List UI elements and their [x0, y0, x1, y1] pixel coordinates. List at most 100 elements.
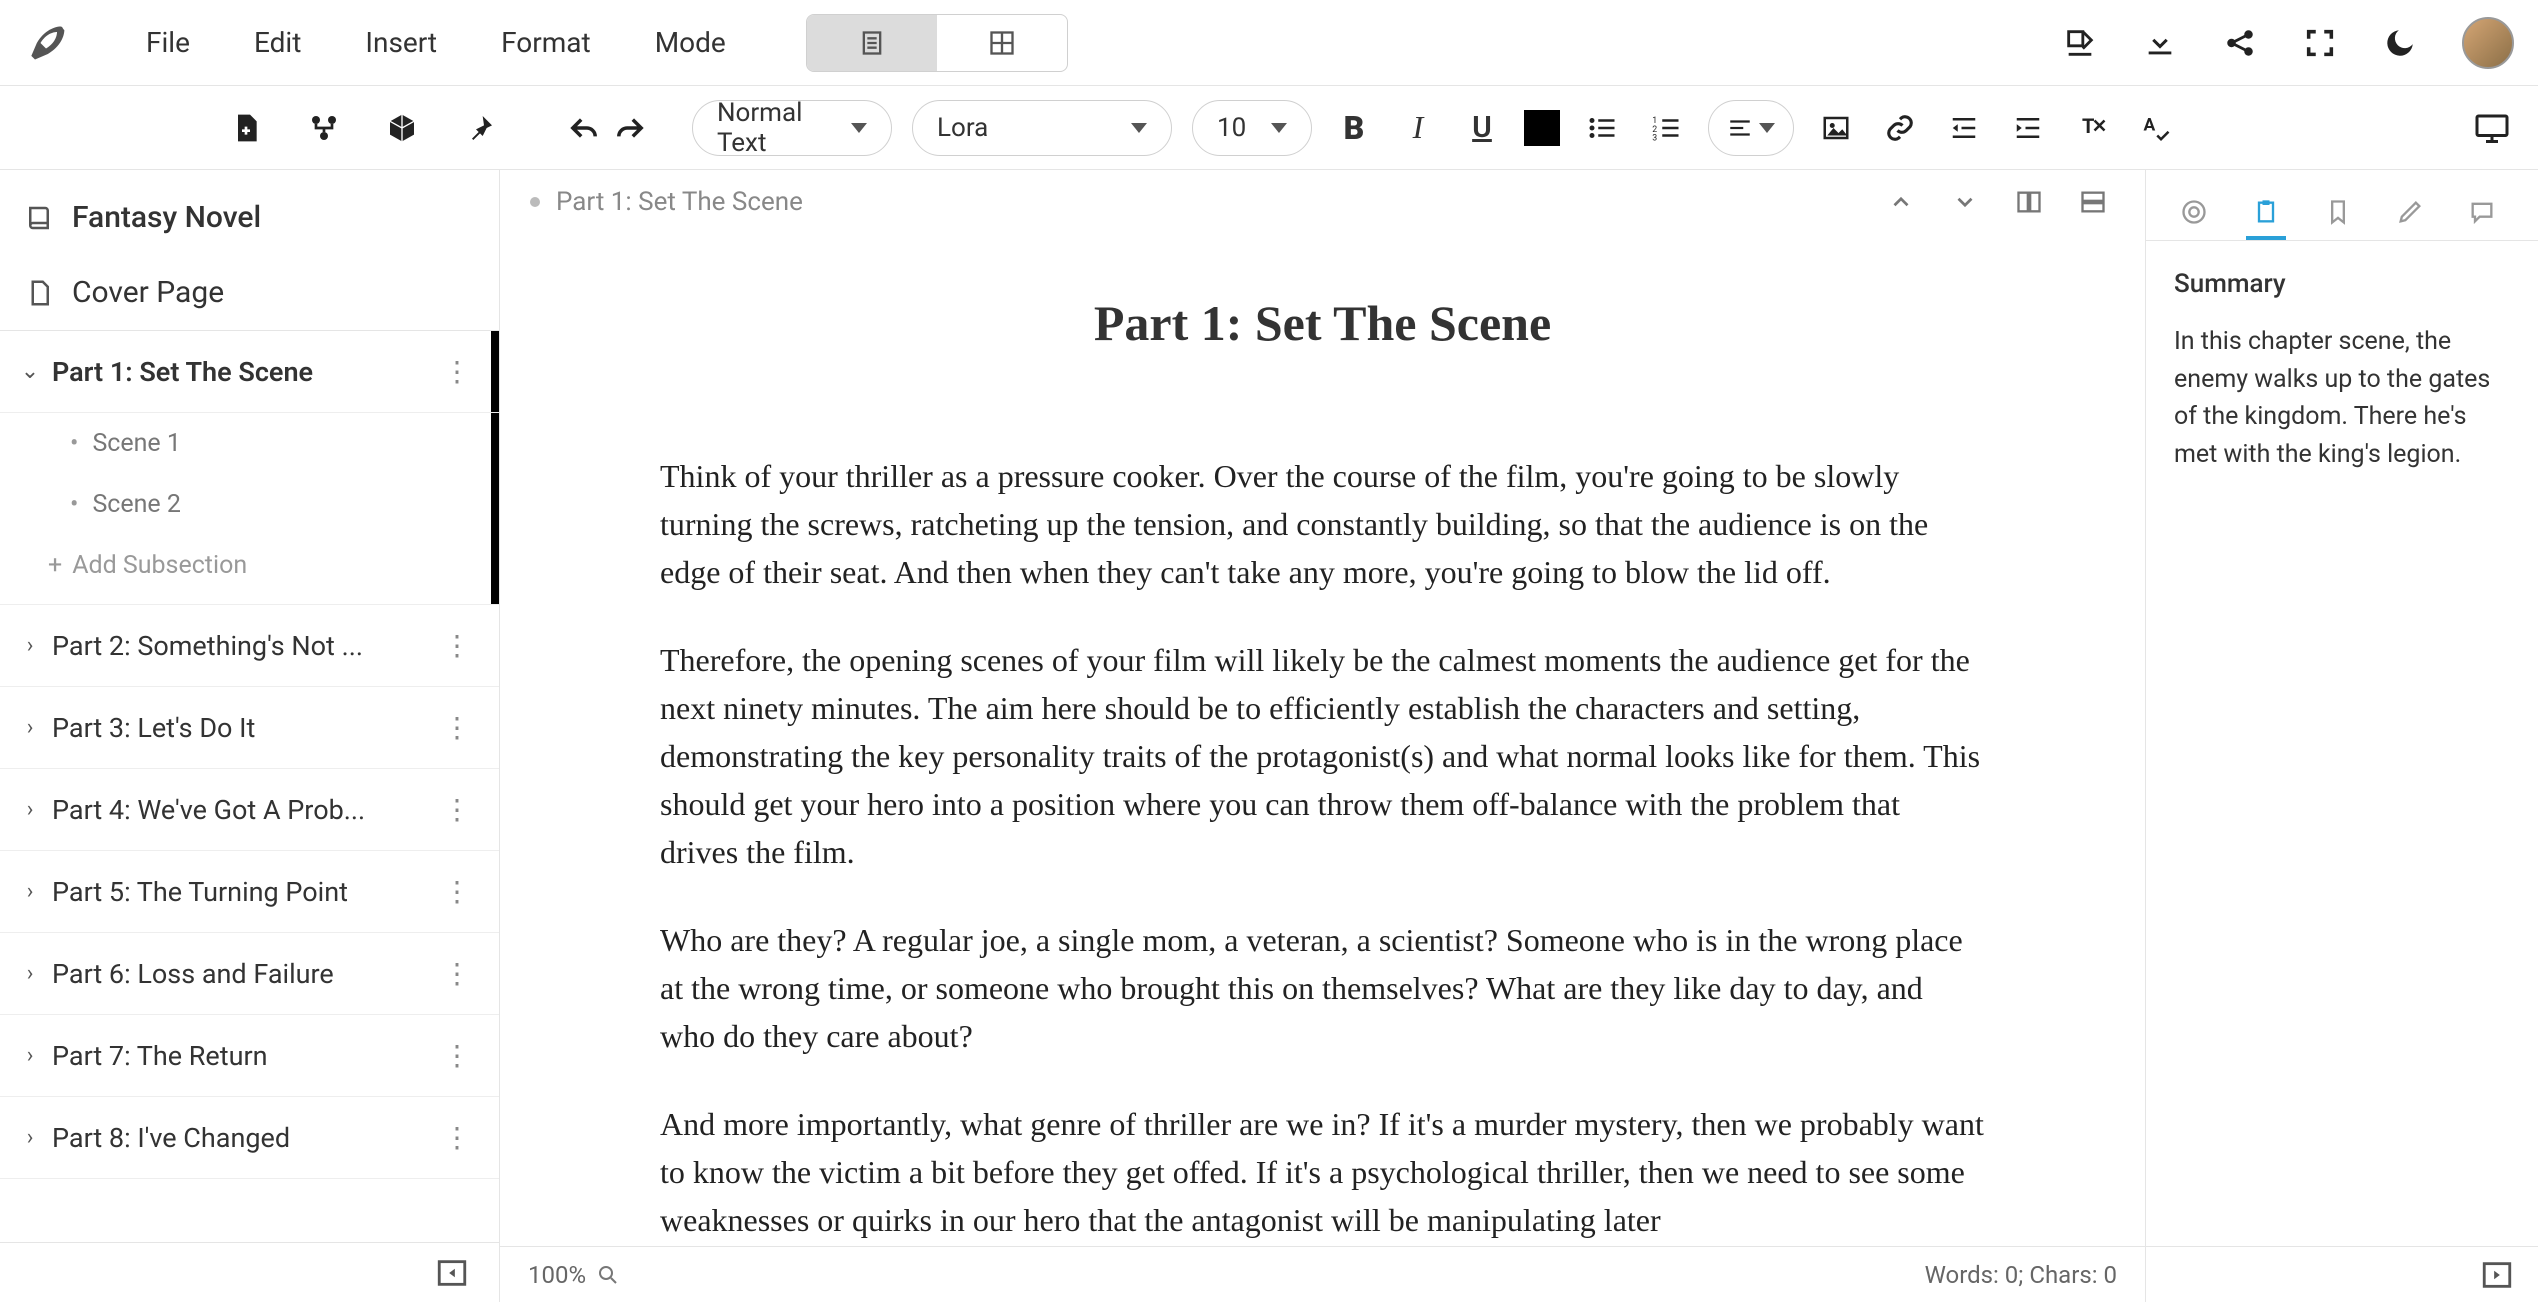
zoom-level[interactable]: 100%	[528, 1261, 586, 1289]
italic-button[interactable]: I	[1396, 106, 1440, 150]
section-menu-button[interactable]: ⋮	[435, 1039, 479, 1072]
section-menu-button[interactable]: ⋮	[435, 355, 479, 388]
collapse-inspector-button[interactable]	[2480, 1258, 2514, 1292]
menu-mode[interactable]: Mode	[655, 26, 726, 59]
fullscreen-icon	[2303, 26, 2337, 60]
tree-section-5[interactable]: › Part 5: The Turning Point ⋮	[0, 851, 499, 933]
next-section-button[interactable]	[1943, 180, 1987, 224]
tree-section-4[interactable]: › Part 4: We've Got A Prob... ⋮	[0, 769, 499, 851]
section-menu-button[interactable]: ⋮	[435, 1121, 479, 1154]
indent-decrease-button[interactable]	[1942, 106, 1986, 150]
view-mode-grid[interactable]	[937, 15, 1067, 71]
new-doc-button[interactable]	[224, 106, 268, 150]
bold-button[interactable]: B	[1332, 106, 1376, 150]
number-list-button[interactable]: 123	[1644, 106, 1688, 150]
text-style-select[interactable]: Normal Text	[692, 100, 892, 156]
document-content[interactable]: Think of your thriller as a pressure coo…	[660, 452, 1985, 1244]
chevron-right-icon[interactable]: ›	[16, 797, 44, 822]
tab-goals[interactable]	[2174, 188, 2214, 240]
tab-comments[interactable]	[2462, 188, 2502, 240]
section-label: Part 8: I've Changed	[52, 1122, 435, 1154]
cube-icon	[386, 112, 418, 144]
chevron-right-icon[interactable]: ›	[16, 715, 44, 740]
cube-button[interactable]	[380, 106, 424, 150]
summary-text[interactable]: In this chapter scene, the enemy walks u…	[2174, 323, 2510, 473]
bookmark-icon	[2324, 198, 2352, 226]
chevron-down-icon[interactable]: ⌄	[16, 359, 44, 384]
menu-format[interactable]: Format	[501, 26, 591, 59]
share-button[interactable]	[2222, 25, 2258, 61]
chevron-right-icon[interactable]: ›	[16, 1043, 44, 1068]
prev-section-button[interactable]	[1879, 180, 1923, 224]
link-button[interactable]	[1878, 106, 1922, 150]
underline-icon: U	[1472, 110, 1492, 145]
project-title-row[interactable]: Fantasy Novel	[0, 170, 499, 255]
menu-file[interactable]: File	[146, 26, 190, 59]
tab-annotations[interactable]	[2390, 188, 2430, 240]
section-menu-button[interactable]: ⋮	[435, 957, 479, 990]
structure-button[interactable]	[302, 106, 346, 150]
cover-page-item[interactable]: Cover Page	[0, 255, 499, 331]
tree-section-7[interactable]: › Part 7: The Return ⋮	[0, 1015, 499, 1097]
section-menu-button[interactable]: ⋮	[435, 629, 479, 662]
tree-section-8[interactable]: › Part 8: I've Changed ⋮	[0, 1097, 499, 1179]
section-label: Part 4: We've Got A Prob...	[52, 794, 435, 826]
tree-section-1[interactable]: ⌄ Part 1: Set The Scene ⋮	[0, 331, 499, 413]
text-align-select[interactable]	[1708, 100, 1794, 156]
redo-button[interactable]	[608, 106, 652, 150]
section-menu-button[interactable]: ⋮	[435, 711, 479, 744]
tab-bookmarks[interactable]	[2318, 188, 2358, 240]
font-family-select[interactable]: Lora	[912, 100, 1172, 156]
zoom-button[interactable]	[596, 1263, 620, 1287]
app-logo[interactable]	[24, 21, 114, 65]
image-button[interactable]	[1814, 106, 1858, 150]
user-avatar[interactable]	[2462, 17, 2514, 69]
spellcheck-button[interactable]: A	[2134, 106, 2178, 150]
pin-button[interactable]	[458, 106, 502, 150]
inspector-body: Summary In this chapter scene, the enemy…	[2146, 241, 2538, 1246]
chevron-right-icon[interactable]: ›	[16, 879, 44, 904]
status-dot-icon	[530, 197, 540, 207]
fullscreen-button[interactable]	[2302, 25, 2338, 61]
section-label: Part 1: Set The Scene	[52, 356, 435, 388]
undo-button[interactable]	[562, 106, 606, 150]
link-icon	[1885, 113, 1915, 143]
indent-increase-button[interactable]	[2006, 106, 2050, 150]
preview-button[interactable]	[2470, 106, 2514, 150]
add-subsection-button[interactable]: Add Subsection	[0, 535, 499, 604]
split-vertical-button[interactable]	[2007, 180, 2051, 224]
clipboard-icon	[2252, 198, 2280, 226]
menu-insert[interactable]: Insert	[365, 26, 437, 59]
moon-icon	[2383, 26, 2417, 60]
underline-button[interactable]: U	[1460, 106, 1504, 150]
chevron-right-icon[interactable]: ›	[16, 633, 44, 658]
spellcheck-icon: A	[2141, 113, 2171, 143]
tab-notes[interactable]	[2246, 188, 2286, 240]
view-mode-single[interactable]	[807, 15, 937, 71]
clear-format-button[interactable]: T	[2070, 106, 2114, 150]
bullet-list-button[interactable]	[1580, 106, 1624, 150]
tree-section-6[interactable]: › Part 6: Loss and Failure ⋮	[0, 933, 499, 1015]
tree-section-3[interactable]: › Part 3: Let's Do It ⋮	[0, 687, 499, 769]
collapse-right-icon	[2480, 1258, 2514, 1292]
split-horizontal-button[interactable]	[2071, 180, 2115, 224]
magnifier-icon	[596, 1263, 620, 1287]
editor-body[interactable]: Part 1: Set The Scene Think of your thri…	[500, 234, 2145, 1246]
breadcrumb: Part 1: Set The Scene	[556, 187, 803, 217]
scene-item[interactable]: Scene 2	[0, 474, 499, 535]
section-menu-button[interactable]: ⋮	[435, 793, 479, 826]
chevron-right-icon[interactable]: ›	[16, 1125, 44, 1150]
download-button[interactable]	[2142, 25, 2178, 61]
tree-section-2[interactable]: › Part 2: Something's Not ... ⋮	[0, 605, 499, 687]
compose-button[interactable]	[2062, 25, 2098, 61]
download-icon	[2143, 26, 2177, 60]
chevron-right-icon[interactable]: ›	[16, 961, 44, 986]
scene-item[interactable]: Scene 1	[0, 413, 499, 474]
dark-mode-button[interactable]	[2382, 25, 2418, 61]
text-color-button[interactable]	[1524, 110, 1560, 146]
section-label: Part 3: Let's Do It	[52, 712, 435, 744]
section-menu-button[interactable]: ⋮	[435, 875, 479, 908]
menu-edit[interactable]: Edit	[254, 26, 301, 59]
collapse-sidebar-button[interactable]	[435, 1256, 469, 1290]
font-size-select[interactable]: 10	[1192, 100, 1312, 156]
